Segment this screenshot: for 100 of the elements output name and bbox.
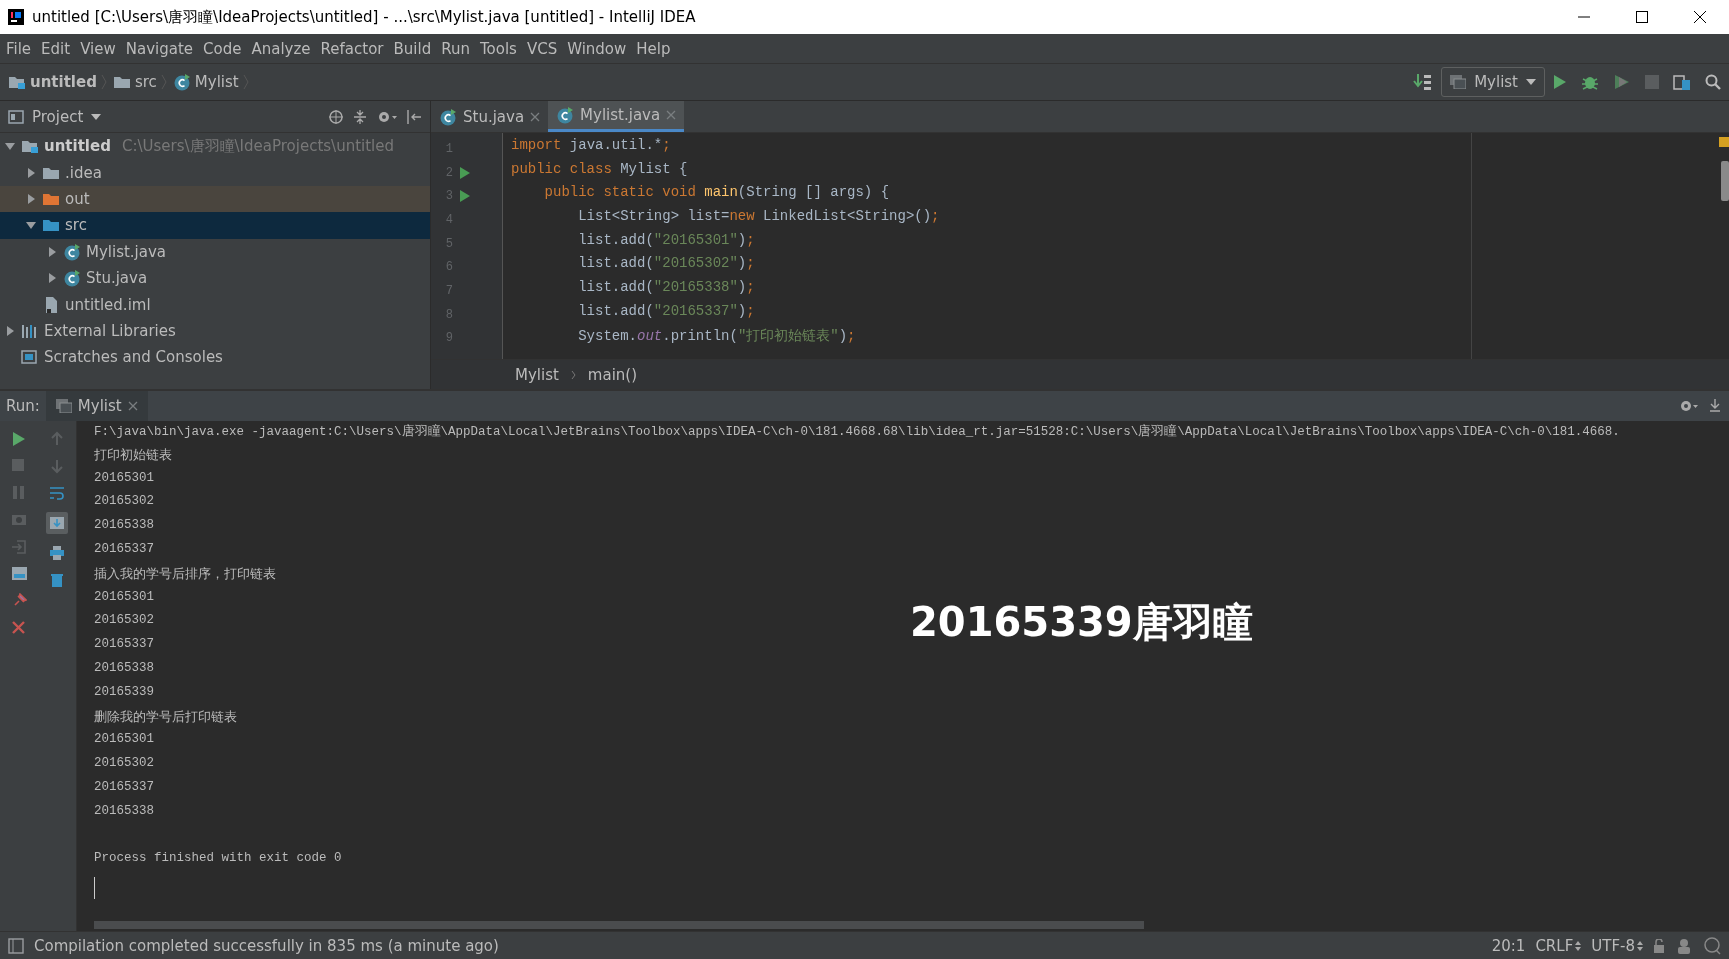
collapsed-arrow-icon[interactable] (25, 192, 37, 205)
overlay-caption: 20165339唐羽瞳 (910, 598, 1253, 647)
console-line: 20165337 (94, 542, 154, 558)
lock-icon[interactable] (1653, 938, 1665, 953)
caret-icon[interactable] (91, 113, 102, 120)
code-line: System.out.println("打印初始链表"); (577, 326, 857, 346)
panel-icon (8, 109, 24, 124)
collapsed-arrow-icon[interactable] (46, 272, 58, 285)
hide-panel-icon[interactable] (1709, 398, 1721, 412)
tree-item[interactable]: untitled.iml (0, 291, 430, 318)
tree-item[interactable]: src (0, 212, 430, 239)
scrollbar-thumb-icon (1721, 161, 1729, 201)
editor-tab[interactable]: Stu.java (431, 101, 549, 132)
breadcrumb-item[interactable]: Mylist (194, 73, 239, 91)
breadcrumb-item[interactable]: main() (587, 365, 638, 384)
close-icon[interactable] (1694, 11, 1706, 23)
coverage-icon[interactable] (1613, 73, 1631, 91)
folder-icon (112, 74, 131, 90)
build-icon[interactable] (1413, 72, 1434, 92)
run-tab[interactable]: Mylist (45, 391, 148, 421)
tree-item[interactable]: External Libraries (0, 317, 430, 345)
menu-item[interactable]: Window (564, 39, 634, 58)
line-separator[interactable]: CRLF (1535, 936, 1574, 955)
search-icon[interactable] (1705, 74, 1721, 90)
module-folder-icon (21, 138, 39, 155)
class-icon (556, 106, 575, 124)
up-down-icon (1575, 939, 1582, 952)
run-gutter-icon[interactable] (459, 189, 471, 204)
text-cursor (94, 877, 95, 900)
libraries-icon (21, 322, 39, 339)
hide-panel-icon[interactable] (406, 108, 422, 125)
collapsed-arrow-icon[interactable] (46, 245, 58, 258)
locate-icon[interactable] (328, 108, 344, 125)
app-logo-icon (8, 9, 24, 25)
breadcrumb-item[interactable]: untitled (30, 73, 97, 91)
menu-item[interactable]: VCS (523, 39, 565, 58)
cursor-position[interactable]: 20:1 (1491, 936, 1526, 955)
collapse-all-icon[interactable] (352, 108, 368, 125)
status-message: Compilation completed successfully in 835 ms (a minute ago) (34, 936, 499, 955)
run-config-dropdown[interactable]: Mylist (1441, 67, 1545, 97)
collapsed-arrow-icon[interactable] (25, 166, 37, 179)
menu-item[interactable]: Refactor (317, 39, 391, 58)
tree-item[interactable]: Scratches and Consoles (0, 344, 430, 371)
editor-tab[interactable]: Mylist.java (548, 101, 685, 132)
menu-item[interactable]: Navigate (122, 39, 201, 58)
breadcrumb-item[interactable]: Mylist (515, 365, 559, 384)
console-icon (21, 349, 39, 366)
file-encoding[interactable]: UTF-8 (1591, 936, 1635, 955)
console-line: 20165337 (94, 779, 154, 796)
print-icon[interactable] (49, 545, 65, 561)
menu-item[interactable]: Run (438, 39, 477, 58)
console-line: 打印初始链表 (94, 447, 172, 465)
code-line: List<String> list=new LinkedList<String>(); (577, 208, 941, 227)
breadcrumb-item[interactable]: src (134, 73, 157, 91)
menu-item[interactable]: Analyze (248, 39, 318, 58)
run-icon[interactable] (11, 431, 27, 447)
scroll-to-end-icon[interactable] (49, 515, 65, 531)
tree-item[interactable]: .idea (0, 159, 430, 186)
soft-wrap-icon[interactable] (49, 485, 65, 501)
menu-item[interactable]: Build (390, 39, 439, 58)
window-icon (55, 399, 72, 413)
menu-item[interactable]: Code (200, 39, 249, 58)
console-line: 20165339 (94, 684, 154, 701)
menu-item[interactable]: File (3, 39, 39, 58)
code-line: list.add("20165337"); (577, 302, 756, 321)
menu-item[interactable]: Help (633, 39, 678, 58)
project-structure-icon[interactable] (1673, 73, 1691, 91)
tree-item[interactable]: out (0, 185, 430, 213)
class-icon (63, 242, 81, 261)
window-icon (1450, 75, 1467, 89)
collapsed-arrow-icon[interactable] (4, 324, 16, 337)
console-line: 20165338 (94, 518, 154, 535)
console-line: Process finished with exit code 0 (94, 851, 342, 868)
code-line: list.add("20165338"); (577, 279, 756, 298)
panel-toggle-icon[interactable] (8, 937, 24, 954)
module-folder-icon (8, 74, 26, 90)
panel-title[interactable]: Project (32, 107, 84, 126)
code-line: import java.util.*; (511, 137, 672, 155)
console-line: 20165337 (94, 637, 154, 654)
window-title: untitled [C:\Users\唐羽瞳\IdeaProjects\untitled] - ...\src\Mylist.java [untitled] - IntelliJ IDEA (32, 7, 696, 27)
console-line: 插入我的学号后排序，打印链表 (94, 566, 276, 584)
caret-icon (1526, 79, 1536, 85)
menu-item[interactable]: Tools (476, 39, 524, 58)
run-gutter-icon[interactable] (459, 165, 471, 180)
code-line: list.add("20165301"); (577, 231, 756, 250)
tree-item[interactable]: Mylist.java (0, 238, 430, 265)
maximize-icon[interactable] (1636, 11, 1648, 23)
tree-item[interactable]: Stu.java (0, 264, 430, 292)
warning-marker-icon (1719, 137, 1729, 147)
layout-icon[interactable] (11, 566, 27, 582)
settings-icon[interactable] (1679, 398, 1699, 414)
tree-item-label: untitled (44, 137, 111, 156)
console-line: 20165302 (94, 756, 154, 773)
console-line: 20165302 (94, 613, 154, 630)
trash-icon[interactable] (49, 572, 65, 588)
menu-item[interactable]: Edit (38, 39, 78, 58)
folder-icon (42, 217, 60, 234)
path-label: C:\Users\唐羽瞳\IdeaProjects\untitled (121, 136, 394, 156)
run-icon[interactable] (1553, 74, 1567, 90)
menu-item[interactable]: View (77, 39, 123, 58)
